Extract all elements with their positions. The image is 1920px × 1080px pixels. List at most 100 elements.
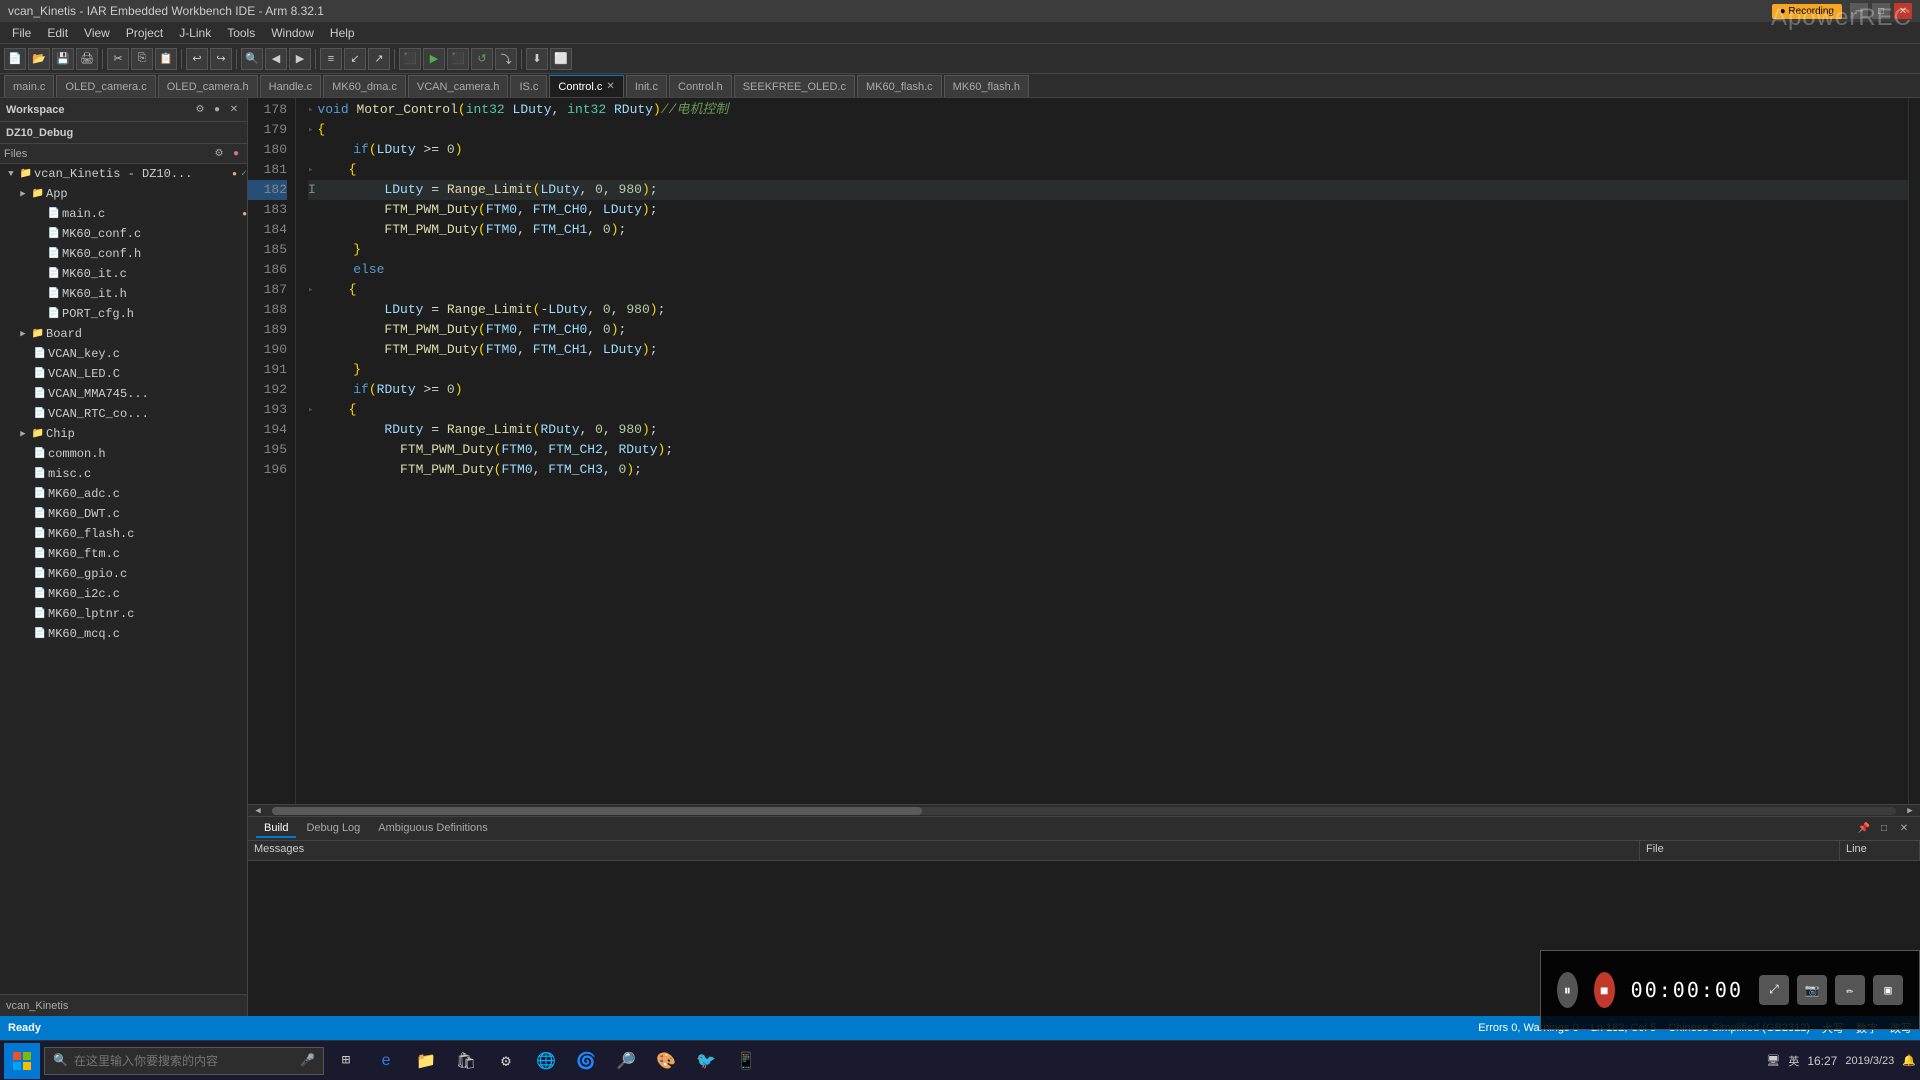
toolbar-run[interactable]: ▶ [423,48,445,70]
tree-item-vcan-mma[interactable]: 📄 VCAN_MMA745... [0,384,247,404]
tree-item-mk60-i2c-c[interactable]: 📄 MK60_i2c.c [0,584,247,604]
taskbar-edge-icon[interactable]: e [368,1043,404,1079]
toolbar-step-over[interactable]: ⤵ [495,48,517,70]
tree-item-mk60-conf-h[interactable]: 📄 MK60_conf.h [0,244,247,264]
files-settings-icon[interactable]: ⚙ [212,147,226,161]
toolbar-nav-fwd[interactable]: ▶ [289,48,311,70]
tree-item-mk60-dwt-c[interactable]: 📄 MK60_DWT.c [0,504,247,524]
tab-handle-c[interactable]: Handle.c [260,75,321,97]
menu-file[interactable]: File [4,24,39,42]
recording-pause-button[interactable]: ⏸ [1557,972,1578,1008]
scroll-right-arrow[interactable]: ▶ [1900,806,1920,816]
h-scrollbar[interactable]: ◀ ▶ [248,804,1920,816]
toolbar-restart[interactable]: ↺ [471,48,493,70]
taskbar-search-input[interactable] [74,1054,294,1068]
toolbar-print[interactable]: 🖨 [76,48,98,70]
taskbar-notification-icon[interactable]: 🔔 [1902,1054,1916,1067]
tree-item-vcan-key-c[interactable]: 📄 VCAN_key.c [0,344,247,364]
taskbar-start-button[interactable] [4,1043,40,1079]
tree-item-misc-c[interactable]: 📄 misc.c [0,464,247,484]
toolbar-stop[interactable]: ⬛ [447,48,469,70]
menu-window[interactable]: Window [263,24,322,42]
editor-content[interactable]: 178 179 180 181 182 183 184 185 186 187 … [248,98,1920,804]
tree-item-port-cfg-h[interactable]: 📄 PORT_cfg.h [0,304,247,324]
menu-jlink[interactable]: J-Link [171,24,219,42]
menu-edit[interactable]: Edit [39,24,76,42]
build-float-icon[interactable]: □ [1876,821,1892,837]
sidebar-settings-icon[interactable]: ⚙ [193,103,207,117]
recording-stop-button[interactable]: ■ [1594,972,1615,1008]
tab-mk60-flash-c[interactable]: MK60_flash.c [857,75,942,97]
build-tab-build[interactable]: Build [256,820,296,838]
toolbar-download[interactable]: ⬇ [526,48,548,70]
recording-expand-icon[interactable]: ⤢ [1759,975,1789,1005]
taskbar-browser-icon[interactable]: 🌐 [528,1043,564,1079]
tree-item-mk60-gpio-c[interactable]: 📄 MK60_gpio.c [0,564,247,584]
toolbar-step-in[interactable]: ↙ [344,48,366,70]
toolbar-undo[interactable]: ↩ [186,48,208,70]
tree-item-mk60-it-h[interactable]: 📄 MK60_it.h [0,284,247,304]
tab-is-c[interactable]: IS.c [510,75,547,97]
toolbar-open[interactable]: 📂 [28,48,50,70]
taskbar-task-view-icon[interactable]: ⊞ [328,1043,364,1079]
scroll-left-arrow[interactable]: ◀ [248,806,268,816]
taskbar-paint-icon[interactable]: 🎨 [648,1043,684,1079]
tree-item-root[interactable]: ▼ 📁 vcan_Kinetis - DZ10... ● ✓ [0,164,247,184]
editor-scrollbar[interactable] [1908,98,1920,804]
recording-camera-icon[interactable]: 📷 [1797,975,1827,1005]
tab-close-control-c[interactable]: ✕ [606,81,614,92]
tree-item-chip[interactable]: ▶ 📁 Chip [0,424,247,444]
code-editor[interactable]: ▸void Motor_Control(int32 LDuty, int32 R… [296,98,1908,804]
toolbar-breakpoint[interactable]: ⬛ [399,48,421,70]
taskbar-search-bar[interactable]: 🔍 🎤 [44,1047,324,1075]
menu-view[interactable]: View [76,24,118,42]
tree-item-mk60-mcq-c[interactable]: 📄 MK60_mcq.c [0,624,247,644]
build-tab-debug-log[interactable]: Debug Log [298,820,368,838]
taskbar-search2-icon[interactable]: 🔎 [608,1043,644,1079]
tree-item-mk60-ftm-c[interactable]: 📄 MK60_ftm.c [0,544,247,564]
recording-edit-icon[interactable]: ✏ [1835,975,1865,1005]
tab-seekfree-oled-c[interactable]: SEEKFREE_OLED.c [734,75,855,97]
tab-control-h[interactable]: Control.h [669,75,732,97]
tab-mk60-dma-c[interactable]: MK60_dma.c [323,75,406,97]
taskbar-browser2-icon[interactable]: 🌀 [568,1043,604,1079]
toolbar-find[interactable]: 🔍 [241,48,263,70]
toolbar-cut[interactable]: ✂ [107,48,129,70]
toolbar-copy[interactable]: ⎘ [131,48,153,70]
recording-minimize-icon[interactable]: ▣ [1873,975,1903,1005]
tab-init-c[interactable]: Init.c [626,75,667,97]
build-pin-icon[interactable]: 📌 [1856,821,1872,837]
toolbar-redo[interactable]: ↪ [210,48,232,70]
tree-item-board[interactable]: ▶ 📁 Board [0,324,247,344]
tree-item-mk60-conf-c[interactable]: 📄 MK60_conf.c [0,224,247,244]
tree-item-common-h[interactable]: 📄 common.h [0,444,247,464]
taskbar-mic-icon[interactable]: 🎤 [300,1053,315,1068]
tab-main-c[interactable]: main.c [4,75,54,97]
toolbar-paste[interactable]: 📋 [155,48,177,70]
build-close-icon[interactable]: ✕ [1896,821,1912,837]
toolbar-nav-back[interactable]: ◀ [265,48,287,70]
sidebar-close-icon[interactable]: ✕ [227,103,241,117]
toolbar-save[interactable]: 💾 [52,48,74,70]
taskbar-store-icon[interactable]: 🛍 [448,1043,484,1079]
tree-item-app[interactable]: ▶ 📁 App [0,184,247,204]
toolbar-step-out[interactable]: ↗ [368,48,390,70]
toolbar-chip[interactable]: ⬜ [550,48,572,70]
tree-item-mk60-flash-c[interactable]: 📄 MK60_flash.c [0,524,247,544]
menu-help[interactable]: Help [322,24,363,42]
tree-item-vcan-rtc[interactable]: 📄 VCAN_RTC_co... [0,404,247,424]
menu-project[interactable]: Project [118,24,171,42]
tree-item-mk60-adc-c[interactable]: 📄 MK60_adc.c [0,484,247,504]
menu-tools[interactable]: Tools [219,24,263,42]
taskbar-app9-icon[interactable]: 🐦 [688,1043,724,1079]
tab-mk60-flash-h[interactable]: MK60_flash.h [944,75,1029,97]
tab-oled-camera-h[interactable]: OLED_camera.h [158,75,258,97]
taskbar-app5-icon[interactable]: ⚙ [488,1043,524,1079]
toolbar-bookmark[interactable]: ≡ [320,48,342,70]
tree-item-main-c[interactable]: 📄 main.c ● [0,204,247,224]
tab-vcan-camera-h[interactable]: VCAN_camera.h [408,75,509,97]
build-tab-ambiguous[interactable]: Ambiguous Definitions [370,820,495,838]
taskbar-app10-icon[interactable]: 📱 [728,1043,764,1079]
tab-oled-camera-c[interactable]: OLED_camera.c [56,75,155,97]
taskbar-explorer-icon[interactable]: 📁 [408,1043,444,1079]
